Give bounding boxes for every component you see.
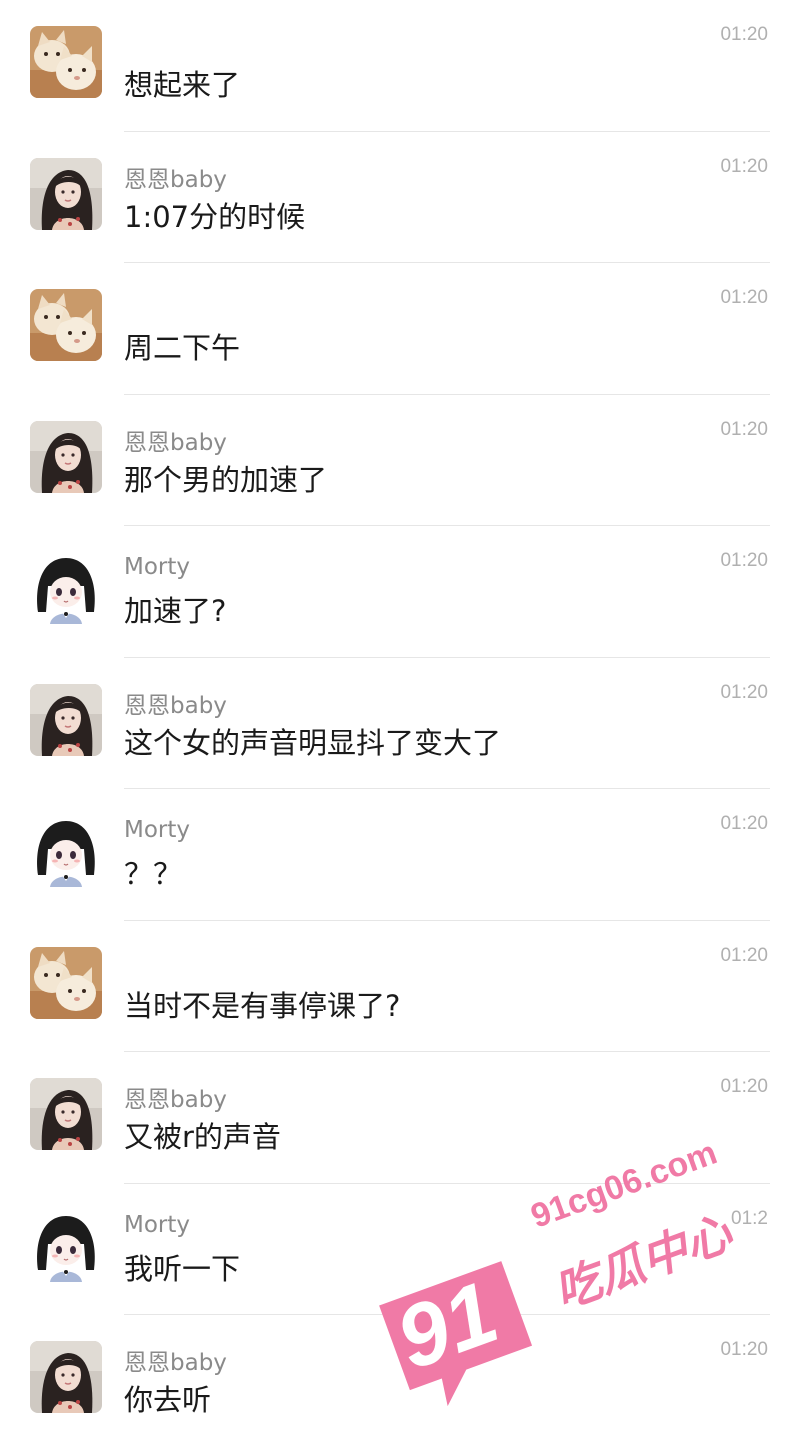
- chat-message-list: 想起来了 01:20 恩恩baby 1:07分的时候 01:20 周二下午 01…: [0, 0, 800, 1447]
- message-time: 01:20: [720, 944, 768, 966]
- girl-photo-avatar[interactable]: [30, 1078, 102, 1150]
- message-row[interactable]: 恩恩baby 你去听 01:20: [0, 1315, 800, 1447]
- message-time: 01:20: [720, 155, 768, 177]
- message-row[interactable]: 恩恩baby 1:07分的时候 01:20: [0, 132, 800, 263]
- sender-name: 恩恩baby: [124, 692, 227, 719]
- message-row[interactable]: 想起来了 01:20: [0, 0, 800, 132]
- message-text: 1:07分的时候: [124, 199, 306, 234]
- message-row[interactable]: 周二下午 01:20: [0, 263, 800, 395]
- message-time: 01:20: [720, 681, 768, 703]
- sender-name: Morty: [124, 817, 191, 843]
- message-time: 01:20: [720, 550, 768, 571]
- message-text: 想起来了: [124, 68, 241, 102]
- message-text: ？？: [124, 857, 183, 891]
- message-text: 我听一下: [124, 1251, 241, 1286]
- message-time: 01:20: [720, 1076, 768, 1097]
- message-text: 加速了?: [124, 594, 227, 628]
- sender-name: 恩恩baby: [124, 166, 227, 193]
- message-time: 01:20: [720, 287, 768, 308]
- message-row[interactable]: 恩恩baby 又被r的声音 01:20: [0, 1052, 800, 1184]
- anime-girl-avatar[interactable]: [30, 1210, 102, 1282]
- cat-avatar[interactable]: [30, 26, 102, 98]
- sender-name: Morty: [124, 554, 191, 580]
- message-row[interactable]: 当时不是有事停课了? 01:20: [0, 921, 800, 1052]
- sender-name: 恩恩baby: [124, 1350, 227, 1376]
- message-row[interactable]: Morty ？？ 01:20: [0, 789, 800, 921]
- sender-name: 恩恩baby: [124, 429, 227, 456]
- message-row[interactable]: Morty 加速了? 01:20: [0, 526, 800, 658]
- message-text: 那个男的加速了: [124, 462, 328, 497]
- message-row[interactable]: 恩恩baby 这个女的声音明显抖了变大了 01:20: [0, 658, 800, 789]
- message-time: 01:20: [720, 418, 768, 440]
- message-text: 当时不是有事停课了?: [124, 988, 401, 1023]
- message-time: 01:20: [720, 813, 768, 834]
- girl-photo-avatar[interactable]: [30, 1341, 102, 1413]
- message-time: 01:2: [731, 1207, 768, 1229]
- message-row[interactable]: 恩恩baby 那个男的加速了 01:20: [0, 395, 800, 526]
- cat-avatar[interactable]: [30, 947, 102, 1019]
- message-time: 01:20: [720, 1339, 768, 1360]
- girl-photo-avatar[interactable]: [30, 684, 102, 756]
- message-text: 又被r的声音: [124, 1120, 281, 1154]
- cat-avatar[interactable]: [30, 289, 102, 361]
- message-text: 周二下午: [124, 331, 241, 365]
- anime-girl-avatar[interactable]: [30, 552, 102, 624]
- sender-name: 恩恩baby: [124, 1087, 227, 1113]
- girl-photo-avatar[interactable]: [30, 158, 102, 230]
- message-time: 01:20: [720, 24, 768, 45]
- anime-girl-avatar[interactable]: [30, 815, 102, 887]
- message-text: 这个女的声音明显抖了变大了: [124, 725, 502, 760]
- message-row[interactable]: Morty 我听一下 01:2: [0, 1184, 800, 1315]
- sender-name: Morty: [124, 1211, 191, 1238]
- girl-photo-avatar[interactable]: [30, 421, 102, 493]
- message-text: 你去听: [124, 1383, 212, 1417]
